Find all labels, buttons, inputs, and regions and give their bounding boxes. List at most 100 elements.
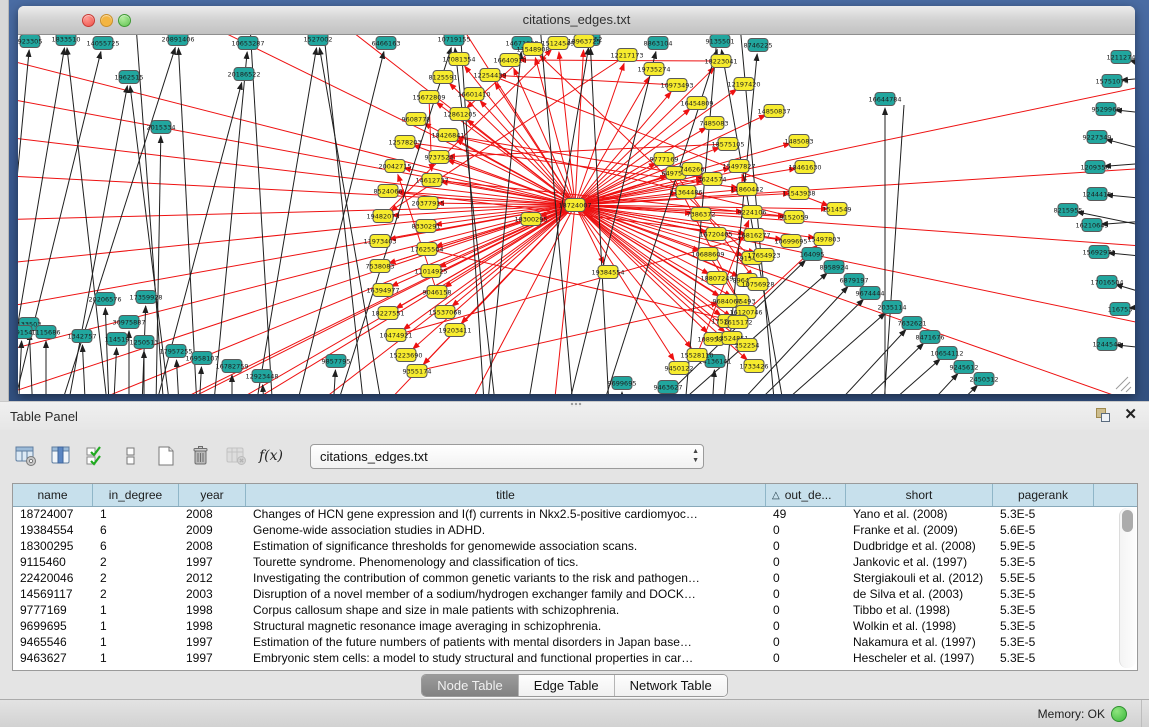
column-header-year[interactable]: year	[179, 484, 246, 506]
tab-edge-table[interactable]: Edge Table	[519, 675, 615, 696]
column-header-label: out_de...	[785, 488, 832, 502]
graph-node-label: 16454809	[680, 99, 713, 107]
graph-node-label: 15537068	[428, 308, 461, 316]
network-window-titlebar[interactable]: citations_edges.txt	[18, 6, 1135, 35]
table-cell: Stergiakouli et al. (2012)	[846, 571, 993, 585]
graph-node-label: 2015334	[147, 123, 176, 131]
column-header-title[interactable]: title	[246, 484, 766, 506]
graph-node-label: 16782759	[215, 362, 248, 370]
graph-node-label: 17016504	[1090, 278, 1123, 286]
table-cell: 5.3E-5	[993, 619, 1094, 633]
table-row[interactable]: 946362711997Embryonic stem cells: a mode…	[13, 650, 1117, 666]
table-cell: 19384554	[13, 523, 93, 537]
graph-node-label: 8524066	[374, 187, 403, 195]
tab-network-table[interactable]: Network Table	[615, 675, 727, 696]
table-cell: Yano et al. (2008)	[846, 507, 993, 521]
column-header-label: title	[496, 488, 515, 502]
table-row[interactable]: 2242004622012Investigating the contribut…	[13, 570, 1117, 586]
graph-node-label: 18300295	[514, 215, 547, 223]
table-cell: 2	[93, 571, 179, 585]
select-all-rows-icon[interactable]	[84, 444, 108, 468]
table-row[interactable]: 977716911998Corpus callosum shape and si…	[13, 602, 1117, 618]
graph-node-label: 18724007	[558, 201, 591, 209]
graph-node-label: 923305	[18, 37, 42, 45]
graph-node-label: 12578203	[388, 138, 421, 146]
graph-node-label: 8746225	[744, 41, 773, 49]
table-row[interactable]: 1938455462009Genome-wide association stu…	[13, 522, 1117, 538]
citation-network-graph: 9233051833510140557252089140610653287152…	[18, 35, 1135, 394]
toggle-row-selection-icon[interactable]	[119, 444, 143, 468]
graph-node-label: 2450312	[970, 375, 999, 383]
network-canvas[interactable]: 9233051833510140557252089140610653287152…	[18, 35, 1135, 394]
graph-node-label: 16644784	[868, 95, 901, 103]
graph-node-label: 12197420	[727, 80, 760, 88]
table-cell: 0	[766, 555, 846, 569]
graph-node-label: 164095	[800, 250, 825, 258]
create-column-icon[interactable]	[154, 444, 178, 468]
graph-node-label: 15692971	[1082, 248, 1115, 256]
close-panel-icon[interactable]: ✕	[1124, 408, 1137, 422]
combo-stepper-icon[interactable]: ▲▼	[692, 447, 699, 465]
table-cell: 1	[93, 603, 179, 617]
table-cell: 22420046	[13, 571, 93, 585]
table-row[interactable]: 1830029562008Estimation of significance …	[13, 538, 1117, 554]
column-header-out_de[interactable]: △out_de...	[766, 484, 846, 506]
graph-node-label: 9608778	[402, 115, 431, 123]
table-row[interactable]: 969969511998Structural magnetic resonanc…	[13, 618, 1117, 634]
table-cell: 1998	[179, 619, 246, 633]
graph-node-label: 9777169	[650, 155, 679, 163]
table-cell: 1997	[179, 635, 246, 649]
graph-node-label: 11543938	[782, 189, 815, 197]
table-cell: 0	[766, 635, 846, 649]
graph-node-label: 14850837	[757, 107, 790, 115]
table-cell: 18724007	[13, 507, 93, 521]
graph-node-label: 17081354	[442, 55, 475, 63]
graph-node-label: 12923448	[245, 372, 278, 380]
graph-node-label: 18227551	[371, 309, 404, 317]
delete-column-icon[interactable]	[189, 444, 213, 468]
graph-node-label: 17625504	[410, 245, 443, 253]
table-cell: 1	[93, 619, 179, 633]
table-cell: 0	[766, 539, 846, 553]
column-chooser-icon[interactable]	[49, 444, 73, 468]
vertical-scrollbar[interactable]	[1119, 508, 1136, 668]
column-header-name[interactable]: name	[13, 484, 93, 506]
column-header-short[interactable]: short	[846, 484, 993, 506]
graph-node-label: 15497803	[807, 235, 840, 243]
table-row[interactable]: 1872400712008Changes of HCN gene express…	[13, 506, 1117, 522]
table-header-row: namein_degreeyear title △out_de...shortpag…	[13, 484, 1137, 507]
table-cell: 5.6E-5	[993, 523, 1094, 537]
table-toolbar: f(x) citations_edges.txt ▲▼	[14, 438, 1135, 474]
table-cell: Tibbo et al. (1998)	[846, 603, 993, 617]
function-builder-icon[interactable]: f(x)	[259, 444, 283, 468]
status-bar: Memory: OK	[0, 699, 1149, 727]
table-select-value: citations_edges.txt	[311, 449, 428, 464]
table-cell: 2003	[179, 587, 246, 601]
table-cell: 1	[93, 507, 179, 521]
table-select[interactable]: citations_edges.txt ▲▼	[310, 444, 704, 469]
table-panel-title: Table Panel	[10, 409, 78, 424]
table-cell: de Silva et al. (2003)	[846, 587, 993, 601]
memory-indicator-icon[interactable]	[1111, 706, 1127, 722]
column-header-in_degree[interactable]: in_degree	[93, 484, 179, 506]
graph-node-label: 15528110	[680, 351, 713, 359]
split-pane-grip[interactable]	[570, 402, 582, 407]
table-cell: 5.3E-5	[993, 507, 1094, 521]
scrollbar-thumb[interactable]	[1122, 510, 1133, 532]
tab-node-table[interactable]: Node Table	[422, 675, 519, 696]
table-row[interactable]: 1456911722003Disruption of a novel membe…	[13, 586, 1117, 602]
float-panel-icon[interactable]	[1096, 408, 1110, 422]
table-cell: 6	[93, 523, 179, 537]
table-mode-icon[interactable]	[14, 444, 38, 468]
graph-node-label: 6879197	[840, 276, 869, 284]
column-header-pagerank[interactable]: pagerank	[993, 484, 1094, 506]
graph-node-label: 20186522	[227, 70, 260, 78]
graph-node-label: 18963725	[567, 37, 600, 45]
table-row[interactable]: 946554611997Estimation of the future num…	[13, 634, 1117, 650]
table-cell: 5.5E-5	[993, 571, 1094, 585]
table-row[interactable]: 911546021997Tourette syndrome. Phenomeno…	[13, 554, 1117, 570]
table-cell: Estimation of significance thresholds fo…	[246, 539, 766, 553]
graph-node-label: 18807249	[700, 274, 733, 282]
graph-node-label: 8330291	[412, 222, 441, 230]
graph-node-label: 746266	[680, 165, 705, 173]
